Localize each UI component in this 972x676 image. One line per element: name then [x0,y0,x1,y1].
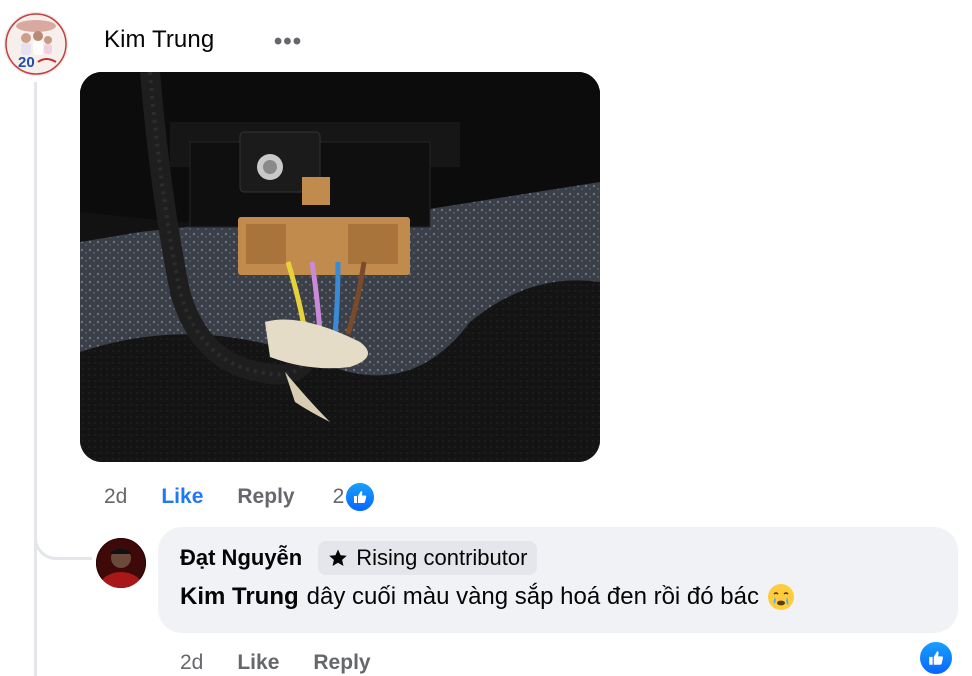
badge-label: Rising contributor [356,545,528,570]
star-icon [328,548,348,568]
comment-actions: 2d Like Reply 2 [104,481,377,513]
mention-link[interactable]: Kim Trung [180,583,299,611]
reaction-count: 2 [332,485,345,508]
reply-avatar-image [96,538,146,588]
reply-body: dây cuối màu vàng sắp hoá đen rồi đó bác [306,583,759,610]
more-options-button[interactable]: ••• [268,24,308,60]
comment-author-name[interactable]: Kim Trung [104,26,214,54]
rising-contributor-badge[interactable]: Rising contributor [318,541,538,575]
reply-header: Đạt Nguyễn Rising contributor [180,541,538,575]
reply-author-name[interactable]: Đạt Nguyễn [180,545,302,571]
thread-line [34,82,37,676]
reply-avatar[interactable] [96,538,146,588]
comment-timestamp[interactable]: 2d [104,485,127,509]
like-button[interactable]: Like [161,485,203,509]
crying-face-icon [767,583,795,611]
reply-like-button[interactable]: Like [237,651,279,675]
like-reaction-icon [344,481,377,513]
reply-actions: 2d Like Reply [180,648,409,676]
thread-connector [34,520,92,560]
reaction-summary[interactable]: 2 [333,481,377,513]
reply-text: Kim Trung dây cuối màu vàng sắp hoá đen … [180,583,795,611]
avatar[interactable]: 20 [4,12,68,76]
reply-button[interactable]: Reply [237,485,294,509]
comment-thread: 20 Kim Trung ••• 2d Like Reply 2 Đạt Ngu… [0,0,972,676]
reply-reply-button[interactable]: Reply [313,651,370,675]
reply-timestamp[interactable]: 2d [180,651,203,675]
avatar-image: 20 [4,12,68,76]
reply-bubble: Đạt Nguyễn Rising contributor Kim Trung … [158,527,958,633]
comment-photo[interactable] [80,72,600,462]
connector-photo-image [80,72,600,462]
reply-like-reaction-icon[interactable] [918,640,954,676]
svg-text:20: 20 [18,54,35,71]
